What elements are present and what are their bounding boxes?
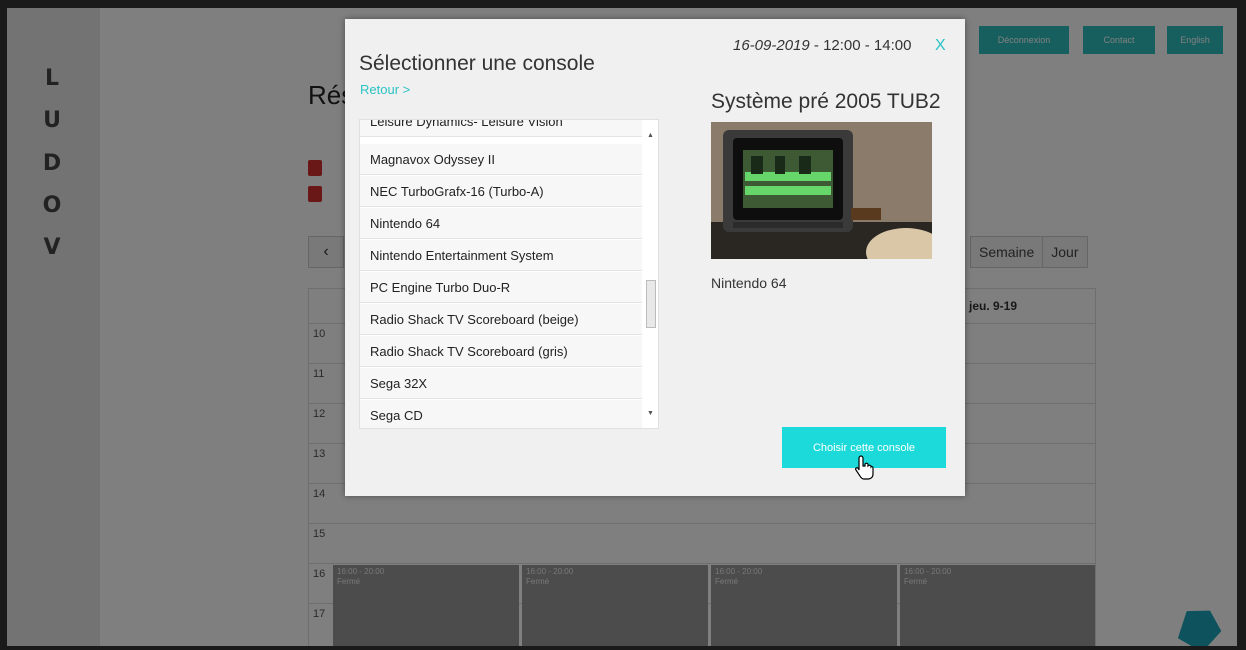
console-list-item[interactable]: Sega 32X xyxy=(360,368,642,399)
console-list-item[interactable]: Sega CD xyxy=(360,400,642,428)
screenshot-frame: L U D O V Déconnexion Contact English Ré… xyxy=(0,0,1246,650)
console-list-item[interactable]: Radio Shack TV Scoreboard (beige) xyxy=(360,304,642,335)
console-list-item[interactable]: NEC TurboGrafx-16 (Turbo-A) xyxy=(360,176,642,207)
back-link[interactable]: Retour > xyxy=(360,82,410,97)
console-list-scrollbar[interactable]: ▲ ▼ xyxy=(644,120,658,428)
scroll-up-icon[interactable]: ▲ xyxy=(647,132,654,139)
crt-tv-illustration xyxy=(711,122,932,259)
console-list-item[interactable]: PC Engine Turbo Duo-R xyxy=(360,272,642,303)
selected-console-caption: Nintendo 64 xyxy=(711,275,787,291)
console-list-item[interactable]: Radio Shack TV Scoreboard (gris) xyxy=(360,336,642,367)
modal-title: Sélectionner une console xyxy=(359,52,595,75)
console-list-item[interactable]: Leisure Dynamics- Leisure Vision xyxy=(360,120,642,137)
modal-date: 16-09-2019 xyxy=(733,37,810,54)
hand-cursor-icon xyxy=(855,455,874,480)
console-list-item[interactable]: Magnavox Odyssey II xyxy=(360,144,642,175)
browser-viewport: L U D O V Déconnexion Contact English Ré… xyxy=(7,8,1237,646)
console-photo xyxy=(711,122,932,259)
console-select-modal: Sélectionner une console 16-09-2019 - 12… xyxy=(345,19,965,496)
scroll-down-icon[interactable]: ▼ xyxy=(647,410,654,417)
console-list-item[interactable]: Nintendo 64 xyxy=(360,208,642,239)
scroll-thumb[interactable] xyxy=(646,280,656,328)
console-list-item[interactable]: Nintendo Entertainment System xyxy=(360,240,642,271)
close-button[interactable]: X xyxy=(935,37,946,55)
modal-datetime: 16-09-2019 - 12:00 - 14:00 xyxy=(733,37,911,54)
system-name: Système pré 2005 TUB2 xyxy=(711,90,941,113)
console-list[interactable]: Leisure Dynamics- Leisure Vision Magnavo… xyxy=(359,119,659,429)
modal-time: - 12:00 - 14:00 xyxy=(809,37,912,54)
